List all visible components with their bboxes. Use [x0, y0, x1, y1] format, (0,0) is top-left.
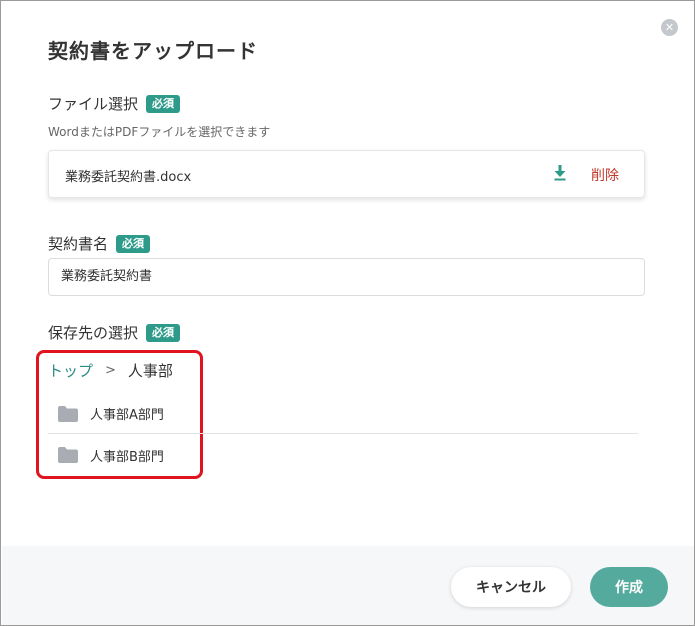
close-icon[interactable]: ✕ — [661, 19, 678, 36]
delete-file-button[interactable]: 削除 — [591, 165, 619, 185]
folder-label: 人事部B部門 — [90, 449, 164, 465]
breadcrumb-separator: > — [105, 363, 116, 378]
folder-label: 人事部A部門 — [90, 408, 164, 423]
download-icon[interactable] — [554, 165, 566, 181]
selected-file-card: 業務委託契約書.docx 削除 — [48, 150, 645, 198]
file-type-hint: WordまたはPDFファイルを選択できます — [48, 125, 271, 139]
required-badge: 必須 — [116, 234, 151, 253]
contract-name-input[interactable]: 業務委託契約書 — [48, 258, 645, 296]
required-badge: 必須 — [146, 323, 181, 342]
create-button[interactable]: 作成 — [590, 567, 668, 607]
folder-item-b[interactable]: 人事部B部門 — [48, 435, 638, 475]
breadcrumb: トップ > 人事部 — [48, 360, 173, 381]
destination-label-text: 保存先の選択 — [48, 324, 139, 342]
folder-icon — [58, 447, 78, 463]
folder-icon — [58, 405, 78, 422]
contract-name-label: 契約書名 必須 — [48, 233, 151, 254]
required-badge: 必須 — [146, 94, 181, 113]
breadcrumb-top-link[interactable]: トップ — [48, 360, 93, 381]
dialog-footer: キャンセル 作成 — [2, 546, 694, 625]
upload-dialog: ✕ 契約書をアップロード ファイル選択 必須 WordまたはPDFファイルを選択… — [0, 0, 695, 626]
breadcrumb-current: 人事部 — [127, 362, 173, 380]
selected-file-name: 業務委託契約書.docx — [65, 170, 192, 185]
cancel-button[interactable]: キャンセル — [451, 567, 571, 607]
file-select-label-text: ファイル選択 — [48, 95, 139, 113]
folder-item-a[interactable]: 人事部A部門 — [48, 394, 638, 434]
destination-label: 保存先の選択 必須 — [48, 322, 181, 343]
contract-name-label-text: 契約書名 — [48, 235, 109, 253]
dialog-title: 契約書をアップロード — [48, 39, 258, 63]
file-select-label: ファイル選択 必須 — [48, 93, 181, 114]
